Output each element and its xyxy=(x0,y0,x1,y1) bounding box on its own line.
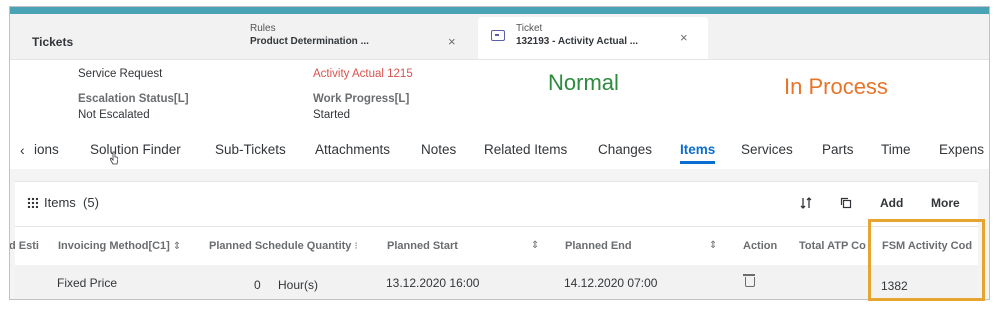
close-icon[interactable]: × xyxy=(448,34,456,49)
tab-ticket-type: Ticket xyxy=(516,23,543,34)
cell-quantity: 0 xyxy=(254,278,261,292)
work-progress-label: Work Progress[L] xyxy=(313,93,410,105)
tab-rules-title: Product Determination ... xyxy=(250,36,369,47)
tab-parts[interactable]: Parts xyxy=(822,142,854,157)
mouse-cursor-icon xyxy=(110,151,118,165)
lifecycle-status: In Process xyxy=(784,74,888,99)
tab-ticket[interactable]: Ticket 132193 - Activity Actual ... × xyxy=(478,17,708,59)
sort-icon[interactable]: ⇕ xyxy=(709,240,717,251)
delete-icon[interactable] xyxy=(743,274,755,287)
cell-planned-end: 14.12.2020 07:00 xyxy=(564,276,658,290)
sort-icon[interactable] xyxy=(800,197,812,209)
ticket-icon xyxy=(491,30,505,41)
add-button[interactable]: Add xyxy=(880,196,903,210)
col-invoicing-method-label: Invoicing Method[C1] xyxy=(58,240,170,252)
scroll-left-icon[interactable]: ‹ xyxy=(20,142,25,158)
sort-icon[interactable]: ⇕ xyxy=(173,241,181,252)
tab-sub-tickets[interactable]: Sub-Tickets xyxy=(215,142,286,157)
work-progress-value: Started xyxy=(313,109,351,121)
more-button[interactable]: More xyxy=(931,196,960,210)
tab-tickets[interactable]: Tickets xyxy=(32,35,73,49)
cell-unit: Hour(s) xyxy=(278,278,319,292)
col-total-atp[interactable]: Total ATP Co xyxy=(799,240,866,252)
tab-rules-type: Rules xyxy=(250,23,276,34)
priority-status: Normal xyxy=(548,70,619,95)
highlight-box xyxy=(868,219,985,301)
cell-planned-start: 13.12.2020 16:00 xyxy=(386,276,480,290)
app-window: Tickets Rules Product Determination ... … xyxy=(9,6,990,300)
items-title: Items (5) xyxy=(27,195,99,210)
tab-items[interactable]: Items xyxy=(680,142,716,164)
tab-notes[interactable]: Notes xyxy=(421,142,456,157)
items-count: (5) xyxy=(83,195,99,210)
items-grid-icon xyxy=(27,197,38,208)
escalation-status-value: Not Escalated xyxy=(78,109,150,121)
tab-changes[interactable]: Changes xyxy=(598,142,652,157)
tab-services[interactable]: Services xyxy=(741,142,793,157)
service-request-label: Service Request xyxy=(78,68,163,80)
table-row[interactable]: Fixed Price 0 Hour(s) 13.12.2020 16:00 1… xyxy=(15,265,978,299)
tab-solutions[interactable]: ions xyxy=(34,142,59,157)
col-planned-start[interactable]: Planned Start xyxy=(387,240,458,252)
tab-attachments[interactable]: Attachments xyxy=(315,142,390,157)
col-invoicing-method[interactable]: Invoicing Method[C1] ⇕ xyxy=(58,240,181,252)
items-panel: Items (5) Add More d Esti Invoicing Meth… xyxy=(10,181,978,299)
tab-related-items[interactable]: Related Items xyxy=(484,142,567,157)
activity-actual-value[interactable]: Activity Actual 1215 xyxy=(313,68,413,80)
col-quantity-label: Planned Schedule Quantity xyxy=(209,240,352,252)
close-icon[interactable]: × xyxy=(680,30,688,45)
items-table-header: d Esti Invoicing Method[C1] ⇕ Planned Sc… xyxy=(10,226,978,266)
cell-invoicing-method: Fixed Price xyxy=(57,276,118,290)
tab-rules[interactable]: Rules Product Determination ... × xyxy=(250,22,475,59)
tab-expenses[interactable]: Expens xyxy=(939,142,984,157)
shell-bar xyxy=(10,7,989,14)
copy-icon[interactable] xyxy=(840,197,852,209)
column-menu-icon[interactable]: ⁝ xyxy=(354,241,357,252)
col-planned-schedule-quantity[interactable]: Planned Schedule Quantity ⁝ xyxy=(209,240,358,252)
tab-ticket-title: 132193 - Activity Actual ... xyxy=(516,36,639,47)
col-action: Action xyxy=(743,240,778,252)
section-tab-bar: ‹ ions Solution Finder Sub-Tickets Attac… xyxy=(10,133,989,165)
document-tab-bar: Tickets Rules Product Determination ... … xyxy=(10,14,989,60)
col-estimate[interactable]: d Esti xyxy=(10,240,39,252)
tab-solution-finder[interactable]: Solution Finder xyxy=(90,142,181,157)
sort-icon[interactable]: ⇕ xyxy=(531,240,539,251)
escalation-status-label: Escalation Status[L] xyxy=(78,93,189,105)
items-title-text: Items xyxy=(44,195,76,210)
tab-time[interactable]: Time xyxy=(881,142,911,157)
col-planned-end[interactable]: Planned End xyxy=(565,240,632,252)
